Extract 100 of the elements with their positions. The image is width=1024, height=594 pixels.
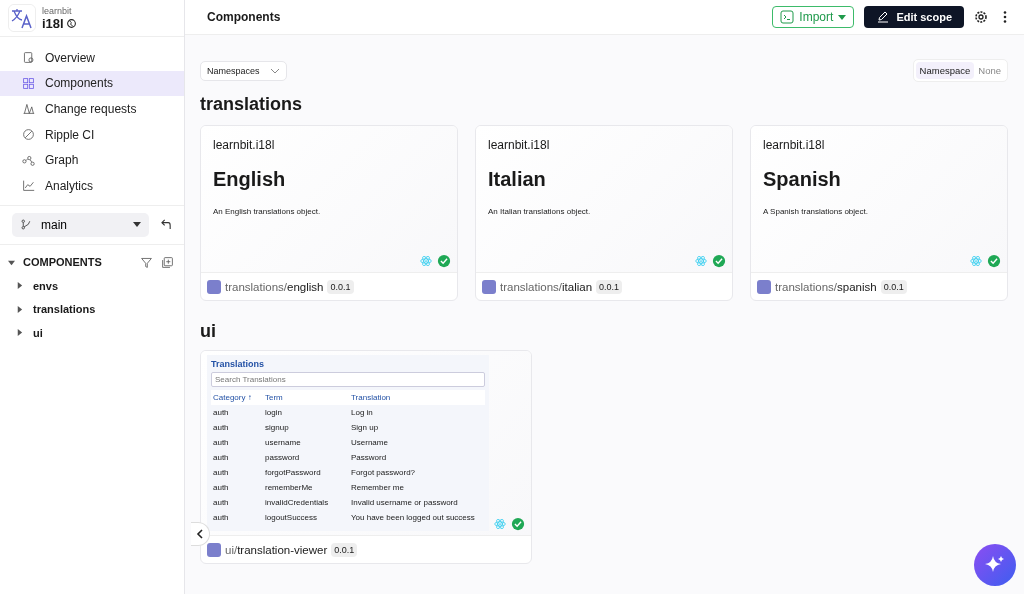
grid-icon [22,76,35,90]
graph-icon [22,153,35,167]
chevron-left-icon [196,529,204,539]
table-cell-text: Username [350,437,389,449]
edit-scope-button[interactable]: Edit scope [864,6,964,28]
add-component-icon[interactable] [161,255,174,269]
column-header: Category ↑ [211,390,263,405]
component-icon [207,542,221,557]
caret-icon [838,14,847,20]
check-icon [437,254,451,268]
table-cell-text: rememberMe [264,482,314,494]
component-icon [757,279,771,294]
table-cell-text: Sign up [350,422,380,434]
nav-item[interactable]: Overview [0,45,184,71]
component-icon [482,279,496,294]
component-path: translations/english [225,280,324,293]
expand-caret-icon[interactable] [16,305,23,313]
table-cell-text: auth [212,407,230,419]
component-card[interactable] [200,350,532,564]
section-title: translations [200,94,304,115]
tree-item[interactable]: translations [33,303,96,316]
table-cell-text: auth [212,512,230,524]
org-name: learnbit [42,5,73,16]
react-icon [694,254,708,268]
component-card[interactable]: learnbit.i18l Spanish A Spanish translations object. translations/spanish 0.0.1 [750,125,1008,301]
table-cell-text: forgotPassword [264,467,322,479]
table-cell-text: logoutSuccess [264,512,319,524]
branch-dropdown[interactable]: main [12,212,149,237]
tree-item[interactable]: envs [33,279,59,292]
card-title: English [213,168,287,191]
table-cell-text: Forgot password? [350,467,417,479]
react-icon [419,254,433,268]
page-title: Components [207,10,282,24]
undo-icon[interactable] [161,219,172,231]
document-search-icon [22,51,35,65]
search-field: Search Translations [211,372,485,387]
check-icon [712,254,726,268]
assistant-button[interactable] [974,544,1016,586]
component-path: ui/translation-viewer [225,543,328,556]
nav-item[interactable]: Ripple CI [0,121,184,148]
branch-icon [20,218,33,232]
component-path: translations/italian [500,280,593,293]
table-cell-text: auth [212,497,230,509]
table-cell-text: login [264,407,283,419]
check-icon [511,517,525,531]
table-cell-text: auth [212,437,230,449]
table-cell-text: Invalid username or password [350,497,459,509]
version-tag: 0.0.1 [331,542,358,557]
table-cell-text: auth [212,467,230,479]
import-button[interactable]: Import [772,6,855,28]
card-title: Spanish [763,168,842,191]
expand-caret-icon[interactable] [16,329,23,337]
tree-item[interactable]: ui [33,326,43,339]
version-tag: 0.0.1 [880,279,907,294]
grouping-option[interactable]: None [974,62,1005,79]
card-description: An Italian translations object. [488,207,592,216]
preview-title: Translations [211,359,265,369]
globe-icon [66,18,76,28]
expand-caret-icon[interactable] [8,258,15,266]
card-title: Italian [488,168,547,191]
expand-caret-icon[interactable] [16,282,23,290]
component-card[interactable]: learnbit.i18l English An English translations object. translations/english 0.0.1 [200,125,458,301]
chevron-down-icon [269,67,280,74]
table-cell-text: password [264,452,301,464]
scope-title: i18l [42,15,64,31]
table-cell-text: auth [212,422,230,434]
grouping-option[interactable]: Namespace [915,62,975,79]
table-cell-text: auth [212,452,230,464]
tree-section-title[interactable]: COMPONENTS [23,256,102,269]
react-icon [969,254,983,268]
table-cell-text: signup [264,422,290,434]
version-tag: 0.0.1 [327,279,354,294]
table-cell-text: Remember me [350,482,405,494]
nav-item[interactable]: Change requests [0,96,184,122]
namespaces-dropdown[interactable]: Namespaces [200,60,287,81]
check-icon [987,254,1001,268]
version-tag: 0.0.1 [596,279,623,294]
table-cell-text: auth [212,482,230,494]
settings-icon[interactable] [974,10,988,24]
nav-item[interactable]: Graph [0,147,184,173]
nav-item[interactable]: Analytics [0,172,184,199]
component-path: translations/spanish [775,280,877,293]
caret-icon [133,222,141,228]
column-header: Translation [349,390,485,405]
table-cell-text: You have been logged out success [350,512,476,524]
filter-icon[interactable] [140,255,153,269]
react-icon [493,517,507,531]
nav-item[interactable]: Components [0,70,184,97]
component-icon [207,279,221,294]
card-description: An English translations object. [213,207,322,216]
terminal-icon [780,10,795,24]
table-cell-text: Password [350,452,388,464]
scope-name: learnbit.i18l [488,138,551,152]
translate-logo-icon [8,4,36,32]
component-card[interactable]: learnbit.i18l Italian An Italian translations object. translations/italian 0.0.1 [475,125,733,301]
section-title: ui [200,321,217,342]
pencil-icon [876,10,891,24]
table-cell-text: username [264,437,302,449]
card-description: A Spanish translations object. [763,207,869,216]
scope-name: learnbit.i18l [763,138,826,152]
